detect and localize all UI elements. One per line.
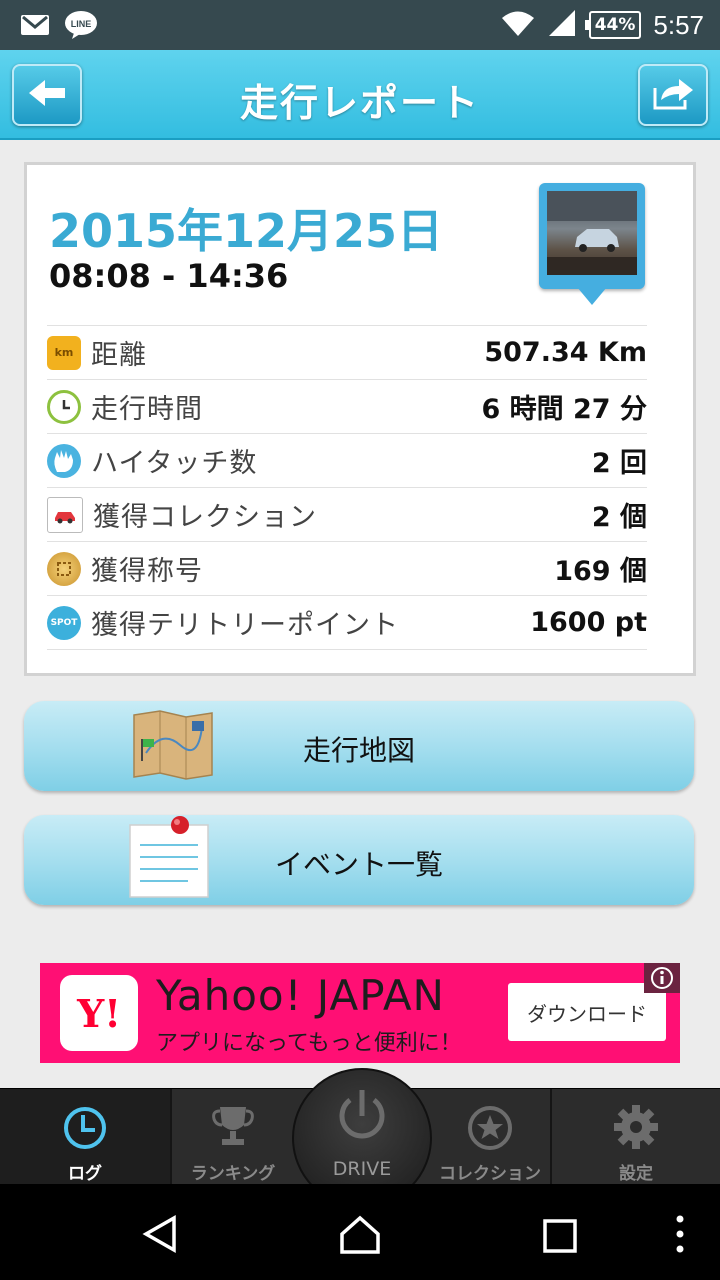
tab-log[interactable]: ログ — [0, 1089, 170, 1185]
car-card-icon — [47, 496, 83, 533]
tab-ranking-label: ランキング — [190, 1164, 276, 1184]
stat-value: 169 個 — [554, 556, 647, 587]
drive-map-label: 走行地図 — [302, 734, 415, 767]
battery-indicator: 44% — [584, 11, 642, 39]
stat-label: 獲得コレクション — [93, 502, 317, 533]
clock-time: 5:57 — [653, 9, 704, 40]
page-title: 走行レポート — [239, 81, 480, 125]
hand-icon — [47, 443, 81, 478]
tab-collection[interactable]: コレクション — [432, 1089, 548, 1185]
tab-collection-label: コレクション — [439, 1164, 541, 1184]
wifi-icon — [501, 9, 535, 41]
clock-icon — [47, 389, 81, 424]
stat-row-high-touch: ハイタッチ数 2 回 — [47, 433, 647, 487]
yahoo-logo: Y! — [60, 975, 138, 1051]
overflow-menu-icon[interactable] — [672, 1214, 688, 1258]
tab-ranking[interactable]: ランキング — [172, 1089, 294, 1185]
report-date: 2015年12月25日 — [49, 204, 444, 258]
ad-info-icon[interactable] — [644, 963, 680, 993]
stat-label: 距離 — [91, 340, 147, 371]
share-button[interactable] — [638, 64, 708, 126]
ad-subtitle: アプリになってもっと便利に！ — [156, 1031, 462, 1056]
stat-value: 507.34 Km — [484, 337, 647, 368]
drive-map-button[interactable]: 走行地図 — [24, 701, 694, 791]
signal-icon — [547, 8, 577, 42]
stat-label: ハイタッチ数 — [91, 448, 258, 479]
gear-icon — [612, 1103, 660, 1155]
ad-banner[interactable]: Y! Yahoo! JAPAN アプリになってもっと便利に！ ダウンロード — [40, 963, 680, 1063]
tab-settings-label: 設定 — [619, 1164, 653, 1184]
status-bar: LINE 44% 5:57 — [0, 0, 720, 50]
stat-label: 獲得称号 — [91, 556, 203, 587]
back-nav-icon[interactable] — [140, 1214, 180, 1258]
power-icon — [336, 1088, 388, 1148]
ad-download-button[interactable]: ダウンロード — [508, 983, 666, 1041]
stat-label: 走行時間 — [91, 394, 203, 425]
line-icon-label: LINE — [71, 19, 92, 29]
stat-row-collection: 獲得コレクション 2 個 — [47, 487, 647, 541]
tab-divider — [170, 1089, 172, 1185]
clock-icon — [62, 1105, 108, 1155]
home-nav-icon[interactable] — [338, 1214, 382, 1260]
event-list-button[interactable]: イベント一覧 — [24, 815, 694, 905]
stats-list: km 距離 507.34 Km 走行時間 6 時間 27 分 ハイタッチ数 2 … — [47, 325, 647, 650]
tab-settings[interactable]: 設定 — [552, 1089, 720, 1185]
car-photo — [547, 191, 637, 275]
report-time-range: 08:08 - 14:36 — [49, 257, 289, 295]
stat-row-distance: km 距離 507.34 Km — [47, 325, 647, 379]
medal-icon — [47, 551, 81, 586]
report-card: 2015年12月25日 08:08 - 14:36 km 距離 507.34 K… — [24, 162, 696, 676]
drive-label: DRIVE — [332, 1158, 392, 1180]
tab-divider — [550, 1089, 552, 1185]
stat-value: 6 時間 27 分 — [481, 394, 647, 425]
thumbnail-pin — [577, 287, 607, 305]
share-icon — [651, 76, 695, 114]
stat-value: 2 個 — [591, 502, 647, 533]
spot-icon: SPOT — [47, 605, 81, 640]
stat-label: 獲得テリトリーポイント — [91, 610, 399, 641]
event-list-label: イベント一覧 — [274, 848, 443, 881]
star-icon — [467, 1105, 513, 1155]
trophy-icon — [210, 1103, 256, 1155]
stat-value: 2 回 — [591, 448, 647, 479]
drive-photo-thumbnail[interactable] — [539, 183, 645, 305]
line-icon: LINE — [64, 10, 98, 44]
km-icon: km — [47, 335, 81, 370]
stat-value: 1600 pt — [530, 607, 647, 638]
stat-row-territory-points: SPOT 獲得テリトリーポイント 1600 pt — [47, 595, 647, 650]
gmail-icon — [20, 13, 50, 41]
system-nav-bar — [0, 1184, 720, 1280]
tab-log-label: ログ — [68, 1164, 102, 1184]
app-bar: 走行レポート — [0, 50, 720, 140]
recents-nav-icon[interactable] — [542, 1218, 578, 1258]
stat-row-drive-time: 走行時間 6 時間 27 分 — [47, 379, 647, 433]
stat-row-titles: 獲得称号 169 個 — [47, 541, 647, 595]
ad-title: Yahoo! JAPAN — [156, 971, 445, 1020]
